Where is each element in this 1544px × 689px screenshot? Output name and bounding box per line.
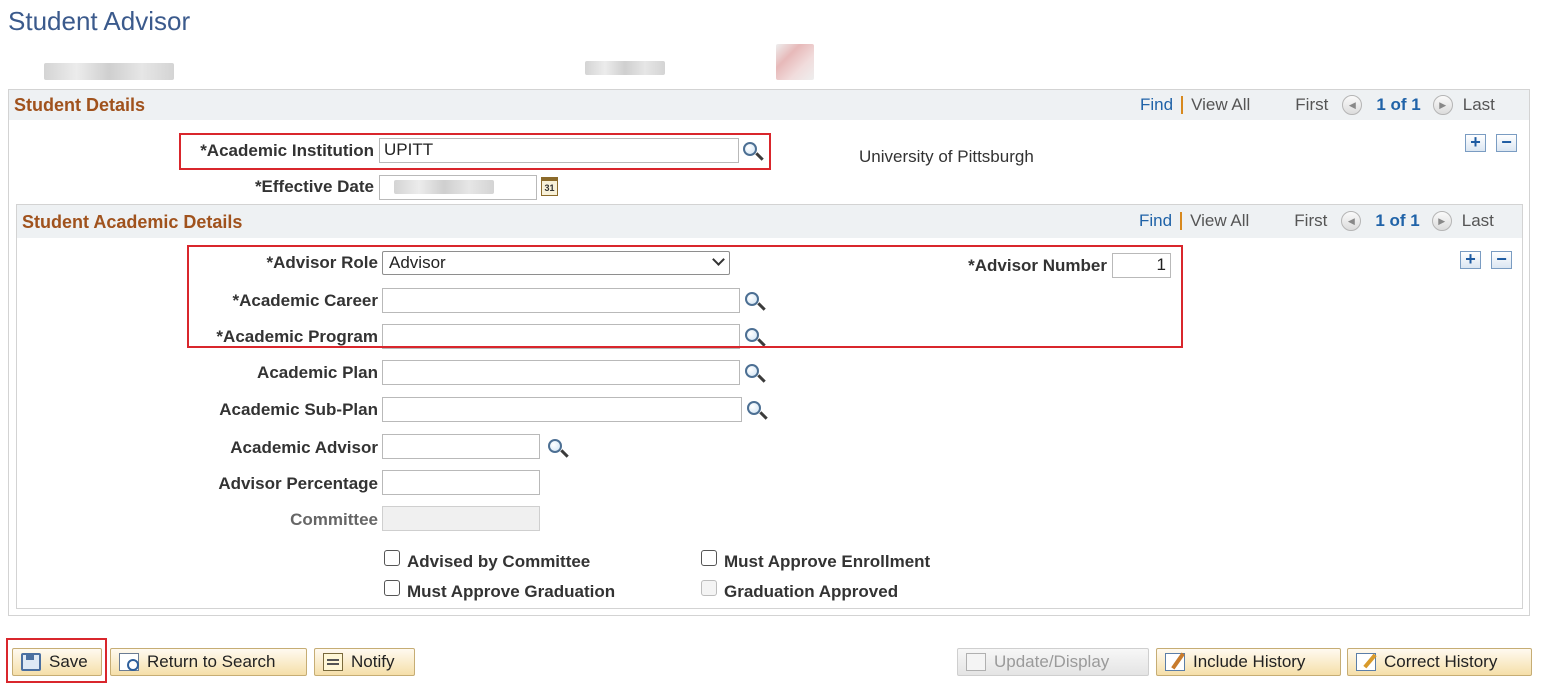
academic-institution-label: *Academic Institution: [200, 141, 374, 160]
return-to-search-icon: [119, 653, 139, 671]
include-history-icon: [1165, 653, 1185, 671]
committee-input: [382, 506, 540, 531]
academic-institution-description: University of Pittsburgh: [859, 147, 1034, 166]
graduation-approved-checkbox: [701, 580, 717, 596]
advisor-percentage-input[interactable]: [382, 470, 540, 495]
academic-career-label: *Academic Career: [232, 291, 378, 310]
redacted-student-photo: [776, 44, 814, 80]
academic-advisor-input[interactable]: [382, 434, 540, 459]
advisor-role-value: Advisor: [389, 253, 446, 272]
add-row-button[interactable]: +: [1465, 133, 1486, 152]
page-title: Student Advisor: [8, 6, 191, 36]
academic-advisor-lookup-icon[interactable]: [547, 438, 569, 460]
update-display-icon: [966, 653, 986, 671]
academic-program-input[interactable]: [382, 324, 740, 349]
advisor-number-input[interactable]: 1: [1112, 253, 1171, 278]
must-approve-graduation-label: Must Approve Graduation: [407, 582, 616, 601]
row-count: 1 of 1: [1376, 95, 1421, 114]
notify-icon: [323, 653, 343, 671]
academic-sub-plan-label: Academic Sub-Plan: [219, 400, 378, 419]
advisor-number-label: *Advisor Number: [968, 256, 1107, 275]
correct-history-button[interactable]: Correct History: [1347, 648, 1532, 676]
last-label: Last: [1462, 95, 1495, 114]
academic-plan-input[interactable]: [382, 360, 740, 385]
academic-plan-label: Academic Plan: [257, 363, 378, 382]
first-label: First: [1294, 211, 1328, 230]
return-to-search-button[interactable]: Return to Search: [110, 648, 307, 676]
add-row-button[interactable]: +: [1460, 250, 1481, 269]
delete-row-button[interactable]: −: [1496, 133, 1517, 152]
calendar-icon[interactable]: 31: [541, 177, 558, 196]
academic-sub-plan-input[interactable]: [382, 397, 742, 422]
academic-program-label: *Academic Program: [216, 327, 378, 346]
committee-label: Committee: [290, 510, 378, 529]
previous-row-icon[interactable]: ◀: [1341, 211, 1362, 231]
redacted-student-id: [44, 63, 174, 80]
delete-row-button[interactable]: −: [1491, 250, 1512, 269]
academic-advisor-label: Academic Advisor: [230, 438, 378, 457]
correct-history-icon: [1356, 653, 1376, 671]
find-link[interactable]: Find: [1139, 211, 1172, 231]
student-details-title: Student Details: [14, 95, 146, 115]
academic-sub-plan-lookup-icon[interactable]: [746, 400, 768, 422]
advisor-role-select[interactable]: Advisor: [382, 251, 730, 275]
view-all-link[interactable]: View All: [1190, 211, 1249, 231]
student-details-header: Student Details Find View All First ◀ 1 …: [9, 90, 1529, 120]
student-details-nav: Find View All First ◀ 1 of 1 ▶ Last: [1140, 94, 1495, 116]
advised-by-committee-checkbox[interactable]: [384, 550, 400, 566]
advisor-role-label: *Advisor Role: [266, 253, 378, 272]
advisor-percentage-label: Advisor Percentage: [218, 474, 378, 493]
academic-program-lookup-icon[interactable]: [744, 327, 766, 349]
view-all-link[interactable]: View All: [1191, 95, 1250, 115]
must-approve-enrollment-label: Must Approve Enrollment: [724, 552, 931, 571]
academic-career-lookup-icon[interactable]: [744, 291, 766, 313]
find-link[interactable]: Find: [1140, 95, 1173, 115]
update-display-button: Update/Display: [957, 648, 1149, 676]
row-count: 1 of 1: [1375, 211, 1420, 230]
save-button[interactable]: Save: [12, 648, 102, 676]
nav-separator: [1180, 212, 1183, 230]
include-history-button[interactable]: Include History: [1156, 648, 1341, 676]
save-icon: [21, 653, 41, 671]
academic-details-nav: Find View All First ◀ 1 of 1 ▶ Last: [1139, 210, 1494, 232]
academic-institution-input[interactable]: UPITT: [379, 138, 739, 163]
advised-by-committee-label: Advised by Committee: [407, 552, 591, 571]
academic-career-input[interactable]: [382, 288, 740, 313]
must-approve-enrollment-checkbox[interactable]: [701, 550, 717, 566]
effective-date-input[interactable]: [379, 175, 537, 200]
first-label: First: [1295, 95, 1329, 114]
must-approve-graduation-checkbox[interactable]: [384, 580, 400, 596]
last-label: Last: [1461, 211, 1494, 230]
next-row-icon[interactable]: ▶: [1432, 95, 1453, 115]
previous-row-icon[interactable]: ◀: [1342, 95, 1363, 115]
academic-details-header: Student Academic Details Find View All F…: [17, 205, 1522, 238]
graduation-approved-label: Graduation Approved: [724, 582, 899, 601]
academic-plan-lookup-icon[interactable]: [744, 363, 766, 385]
effective-date-label: *Effective Date: [254, 177, 374, 196]
academic-institution-lookup-icon[interactable]: [742, 141, 764, 163]
chevron-down-icon: [712, 253, 725, 266]
redacted-student-name: [585, 61, 665, 75]
nav-separator: [1181, 96, 1184, 114]
academic-details-title: Student Academic Details: [22, 212, 243, 232]
notify-button[interactable]: Notify: [314, 648, 415, 676]
next-row-icon[interactable]: ▶: [1431, 211, 1452, 231]
